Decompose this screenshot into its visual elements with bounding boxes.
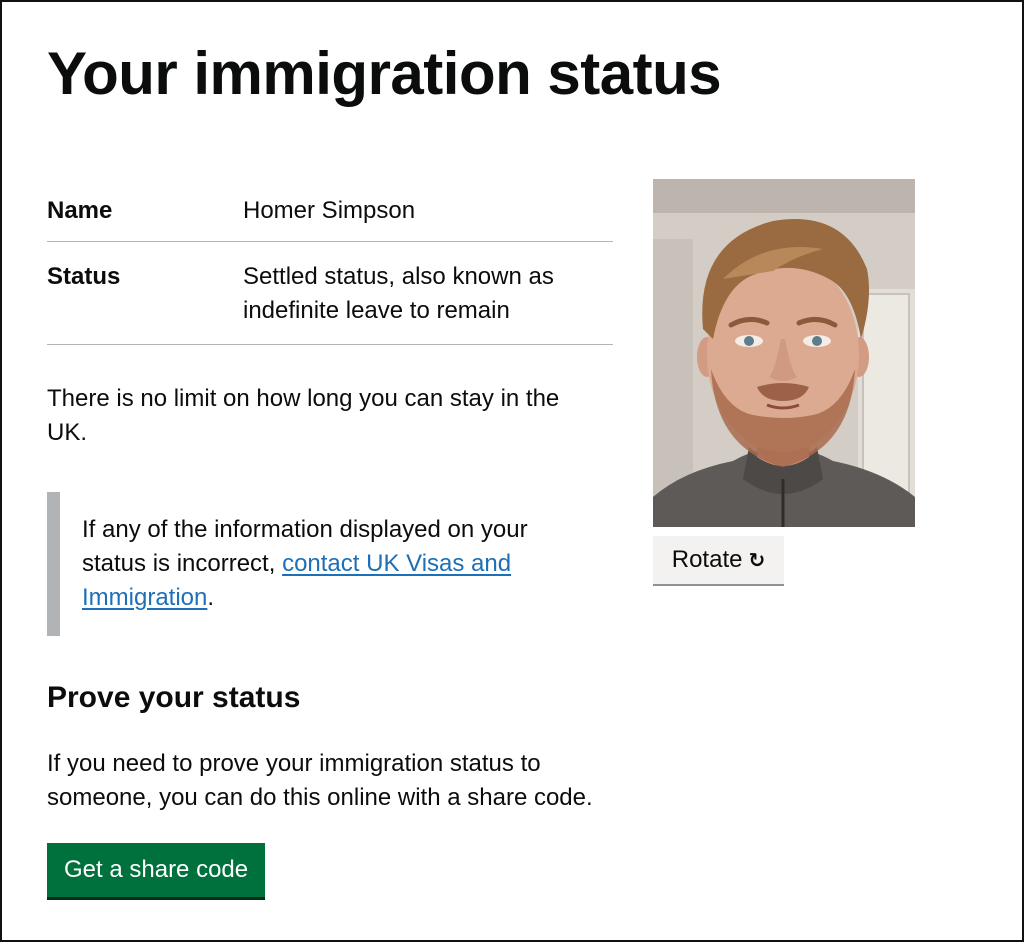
paragraph-line: If you need to prove your immigration st… (47, 750, 541, 777)
paragraph-line: There is no limit on how long you can st… (47, 385, 560, 412)
summary-key-name: Name (47, 196, 113, 224)
contact-ukvi-link[interactable]: contact UK Visas and (282, 550, 511, 577)
paragraph-line: UK. (47, 419, 88, 446)
summary-list: Name Homer Simpson Status Settled status… (47, 180, 613, 345)
inset-line: Immigration. (82, 581, 567, 615)
summary-value-name: Homer Simpson (243, 196, 416, 224)
status-value-line: indefinite leave to remain (243, 297, 510, 324)
summary-row-status: Status Settled status, also known as ind… (47, 242, 613, 345)
prove-status-paragraph: If you need to prove your immigration st… (47, 747, 607, 815)
inset-line: If any of the information displayed on y… (82, 516, 528, 543)
contact-ukvi-link-continued[interactable]: Immigration (82, 584, 207, 611)
page-frame: Your immigration status Name Homer Simps… (0, 0, 1024, 942)
paragraph-line: someone, you can do this online with a s… (47, 784, 593, 811)
inset-trailing-text: . (207, 584, 215, 611)
stay-limit-paragraph: There is no limit on how long you can st… (47, 382, 607, 450)
summary-row-name: Name Homer Simpson (47, 180, 613, 242)
inset-line: status is incorrect, contact UK Visas an… (82, 547, 567, 581)
get-share-code-button[interactable]: Get a share code (47, 843, 266, 897)
profile-photo (653, 179, 915, 527)
prove-status-heading: Prove your status (47, 681, 301, 714)
rotate-icon: ↻ (748, 549, 766, 572)
inset-text: If any of the information displayed on y… (47, 492, 567, 636)
rotate-label: Rotate (671, 546, 743, 573)
page-title: Your immigration status (47, 40, 722, 107)
status-value-line: Settled status, also known as (243, 263, 554, 290)
summary-key-status: Status (47, 263, 121, 290)
portrait-illustration (653, 179, 915, 527)
inset-line-text: status is incorrect, (82, 550, 283, 577)
summary-value-status: Settled status, also known as indefinite… (243, 260, 613, 328)
rotate-button[interactable]: Rotate ↻ (653, 536, 784, 584)
